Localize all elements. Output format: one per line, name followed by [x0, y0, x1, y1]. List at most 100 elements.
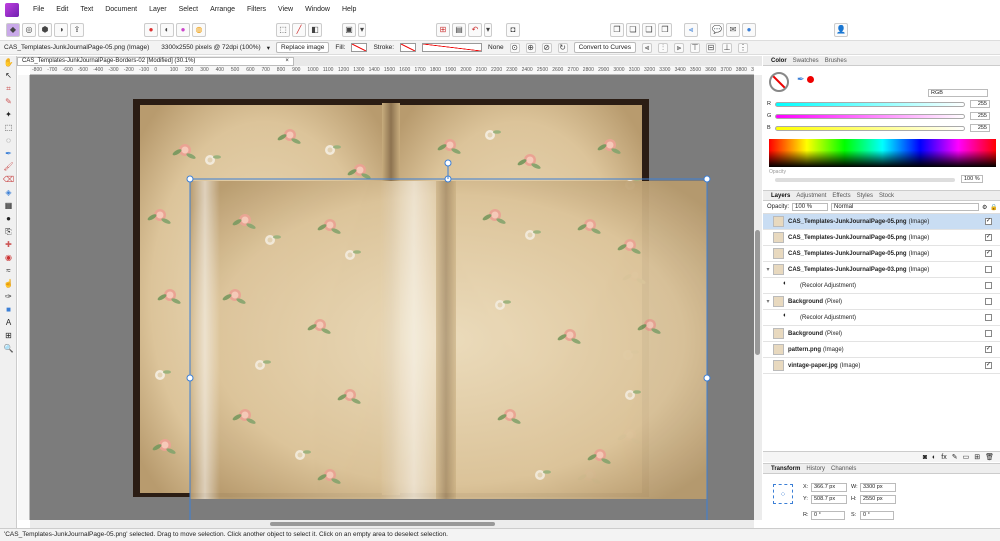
lock-icon[interactable]: 🔒 — [990, 204, 997, 211]
expand-chevron-icon[interactable]: ▾ — [763, 266, 773, 273]
red-value[interactable]: 255 — [970, 100, 990, 108]
gear-icon[interactable]: ⚙ — [982, 204, 987, 211]
share-icon[interactable]: ● — [742, 22, 756, 37]
crop-tool-icon[interactable]: ⌗ — [0, 82, 17, 95]
marquee-selection-icon[interactable]: ⬚ — [276, 22, 290, 37]
group-icon[interactable]: ▭ — [963, 453, 970, 461]
live-filter-icon[interactable]: fx — [941, 454, 946, 461]
menu-select[interactable]: Select — [173, 6, 204, 13]
stroke-style[interactable] — [422, 43, 483, 52]
color-picker-icon[interactable]: ✒ — [0, 147, 17, 160]
width-field[interactable]: 3300 px — [860, 483, 896, 492]
tab-effects[interactable]: Effects — [832, 193, 850, 199]
layer-row[interactable]: CAS_Templates-JunkJournalPage-05.png (Ima… — [763, 214, 1000, 230]
red-slider[interactable] — [775, 101, 965, 107]
green-slider[interactable] — [775, 113, 965, 119]
horizontal-scroll-thumb[interactable] — [270, 522, 495, 526]
layer-visibility-checkbox[interactable]: ✓ — [985, 218, 992, 225]
deselect-icon[interactable]: ╱ — [292, 22, 306, 37]
smudge-brush-icon[interactable]: ☝ — [0, 277, 17, 290]
stroke-swatch[interactable] — [400, 43, 417, 52]
flip-icon[interactable]: ⊘ — [541, 42, 552, 53]
add-layer-icon[interactable]: ⊞ — [974, 453, 980, 461]
layer-row[interactable]: ◐ (Recolor Adjustment) — [763, 278, 1000, 294]
layer-row[interactable]: pattern.png (Image) ✓ — [763, 342, 1000, 358]
layer-visibility-checkbox[interactable] — [985, 282, 992, 289]
eyedropper-icon[interactable]: ✒ — [797, 74, 805, 85]
y-field[interactable]: 508.7 px — [811, 495, 847, 504]
tab-adjustment[interactable]: Adjustment — [796, 193, 826, 199]
photo-persona-icon[interactable]: ◆ — [6, 22, 20, 37]
menu-window[interactable]: Window — [299, 6, 336, 13]
clone-tool-icon[interactable]: ⎘ — [0, 225, 17, 238]
chevron-down-icon[interactable]: ▾ — [358, 22, 366, 37]
blemish-tool-icon[interactable]: ✚ — [0, 238, 17, 251]
layer-visibility-checkbox[interactable]: ✓ — [985, 250, 992, 257]
replace-image-button[interactable]: Replace image — [275, 42, 330, 53]
flood-select-icon[interactable]: ✦ — [0, 108, 17, 121]
snap-icon[interactable]: ⊕ — [525, 42, 536, 53]
convert-to-curves-button[interactable]: Convert to Curves — [573, 42, 636, 53]
rotate-icon[interactable]: ↻ — [557, 42, 568, 53]
align-bottom-icon[interactable]: ⊥ — [721, 42, 732, 53]
arrange-forward-icon[interactable]: ❏ — [626, 22, 640, 37]
fill-layer-icon[interactable]: ✎ — [952, 453, 958, 461]
chevron-down-icon[interactable]: ▾ — [267, 44, 270, 52]
current-color-dot[interactable] — [807, 76, 814, 83]
align-icon[interactable]: ⫷ — [684, 22, 698, 37]
horizontal-scrollbar[interactable] — [30, 520, 754, 528]
image-dimensions[interactable]: 3300x2550 pixels @ 72dpi (100%) — [161, 44, 260, 51]
opacity-value[interactable]: 100 % — [961, 175, 983, 183]
arrange-backward-icon[interactable]: ❑ — [642, 22, 656, 37]
preferences-icon[interactable]: ✉ — [726, 22, 740, 37]
move-tool-icon[interactable]: ↖ — [0, 69, 17, 82]
green-slider-row[interactable]: G 255 — [767, 112, 995, 120]
view-tool-icon[interactable]: ✋ — [0, 56, 17, 69]
layer-row[interactable]: CAS_Templates-JunkJournalPage-05.png (Ima… — [763, 230, 1000, 246]
x-field[interactable]: 366.7 px — [811, 483, 847, 492]
invert-selection-icon[interactable]: ◧ — [308, 22, 322, 37]
expand-chevron-icon[interactable]: ▾ — [763, 298, 773, 305]
distribute-icon[interactable]: ⋮ — [737, 42, 748, 53]
layer-visibility-checkbox[interactable] — [985, 266, 992, 273]
layer-row[interactable]: ◐ (Recolor Adjustment) — [763, 310, 1000, 326]
arrange-back-icon[interactable]: ❒ — [658, 22, 672, 37]
tab-brushes[interactable]: Brushes — [825, 58, 847, 64]
menu-layer[interactable]: Layer — [143, 6, 173, 13]
height-field[interactable]: 2550 px — [860, 495, 896, 504]
tone-mapping-persona-icon[interactable]: ◑ — [54, 22, 68, 37]
layer-visibility-checkbox[interactable]: ✓ — [985, 234, 992, 241]
delete-layer-icon[interactable]: 🗑 — [985, 453, 994, 461]
menu-filters[interactable]: Filters — [241, 6, 272, 13]
align-middle-icon[interactable]: ⊟ — [705, 42, 716, 53]
mesh-warp-icon[interactable]: ⊞ — [0, 329, 17, 342]
menu-file[interactable]: File — [27, 6, 50, 13]
undo-icon[interactable]: ↶ — [468, 22, 482, 37]
zoom-tool-icon[interactable]: 🔍 — [0, 342, 17, 355]
layer-visibility-checkbox[interactable] — [985, 298, 992, 305]
rotation-field[interactable]: 0 ° — [811, 511, 845, 520]
red-eye-icon[interactable]: ◉ — [0, 251, 17, 264]
liquify-persona-icon[interactable]: ◎ — [22, 22, 36, 37]
erase-brush-icon[interactable]: ⌫ — [0, 173, 17, 186]
vertical-scrollbar[interactable] — [754, 75, 762, 520]
assistant-icon[interactable]: 💬 — [710, 22, 724, 37]
gradient-tool-icon[interactable]: ▦ — [0, 199, 17, 212]
anchor-point-icon[interactable]: ⁘ — [773, 484, 793, 504]
layer-opacity-field[interactable]: 100 % — [792, 203, 829, 211]
layer-visibility-checkbox[interactable]: ✓ — [985, 362, 992, 369]
artistic-text-icon[interactable]: A — [0, 316, 17, 329]
quick-mask-icon[interactable]: ▣ — [342, 22, 356, 37]
green-value[interactable]: 255 — [970, 112, 990, 120]
close-icon[interactable]: × — [285, 57, 289, 65]
layer-row[interactable]: ▾ CAS_Templates-JunkJournalPage-03.png (Im… — [763, 262, 1000, 278]
fill-swatch[interactable] — [351, 43, 368, 52]
grid-icon[interactable]: ▤ — [452, 22, 466, 37]
tab-channels[interactable]: Channels — [831, 466, 856, 472]
menu-text[interactable]: Text — [74, 6, 99, 13]
layer-row[interactable]: vintage-paper.jpg (Image) ✓ — [763, 358, 1000, 374]
document-artwork[interactable] — [30, 75, 754, 520]
shear-field[interactable]: 0 ° — [860, 511, 894, 520]
color-spectrum[interactable] — [769, 139, 996, 167]
blue-value[interactable]: 255 — [970, 124, 990, 132]
